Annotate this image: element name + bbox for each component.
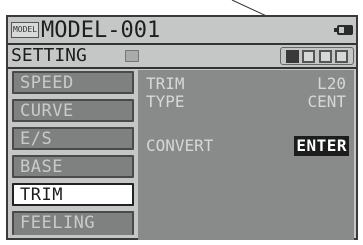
trim-row[interactable]: TRIM L20: [146, 74, 346, 94]
menu-item-label: TRIM: [20, 185, 63, 205]
menu-item-label: E/S: [20, 129, 53, 149]
menu-item-label: BASE: [20, 157, 63, 177]
title-row: MODEL MODEL-001: [11, 19, 355, 43]
setting-indicator-icon: [125, 50, 139, 62]
lcd-display: MODEL MODEL-001 SETTING SPEED CURVE E/S …: [6, 15, 358, 240]
page-box-2[interactable]: [302, 49, 316, 63]
menu-item-label: FEELING: [20, 213, 96, 233]
menu-item-speed[interactable]: SPEED: [12, 71, 134, 94]
trim-value: L20: [317, 74, 346, 93]
menu-item-label: CURVE: [20, 101, 74, 121]
convert-row: CONVERT ENTER: [146, 136, 349, 156]
type-label: TYPE: [146, 92, 185, 111]
enter-button[interactable]: ENTER: [294, 136, 349, 156]
body: SPEED CURVE E/S BASE TRIM FEELING TRIM L…: [8, 69, 356, 240]
transmitter-screen: MODEL MODEL-001 SETTING SPEED CURVE E/S …: [0, 0, 363, 245]
page-box-1[interactable]: [285, 49, 299, 63]
menu-item-es[interactable]: E/S: [12, 127, 134, 150]
page-box-3[interactable]: [318, 49, 332, 63]
setting-menu: SPEED CURVE E/S BASE TRIM FEELING: [12, 71, 134, 240]
model-name: MODEL-001: [41, 18, 161, 43]
model-badge: MODEL: [11, 22, 39, 38]
setting-label: SETTING: [11, 45, 87, 66]
battery-icon: [334, 25, 353, 35]
menu-item-trim[interactable]: TRIM: [12, 183, 134, 206]
type-row[interactable]: TYPE CENT: [146, 92, 346, 112]
trim-panel: TRIM L20 TYPE CENT CONVERT ENTER: [138, 70, 354, 240]
menu-item-base[interactable]: BASE: [12, 155, 134, 178]
menu-item-curve[interactable]: CURVE: [12, 99, 134, 122]
page-indicator: [280, 47, 354, 65]
type-value: CENT: [307, 92, 346, 111]
menu-item-label: SPEED: [20, 73, 74, 93]
trim-label: TRIM: [146, 74, 185, 93]
menu-item-feeling[interactable]: FEELING: [12, 211, 134, 235]
setting-row: SETTING: [11, 45, 355, 67]
page-box-4[interactable]: [335, 49, 349, 63]
convert-label: CONVERT: [146, 136, 214, 155]
